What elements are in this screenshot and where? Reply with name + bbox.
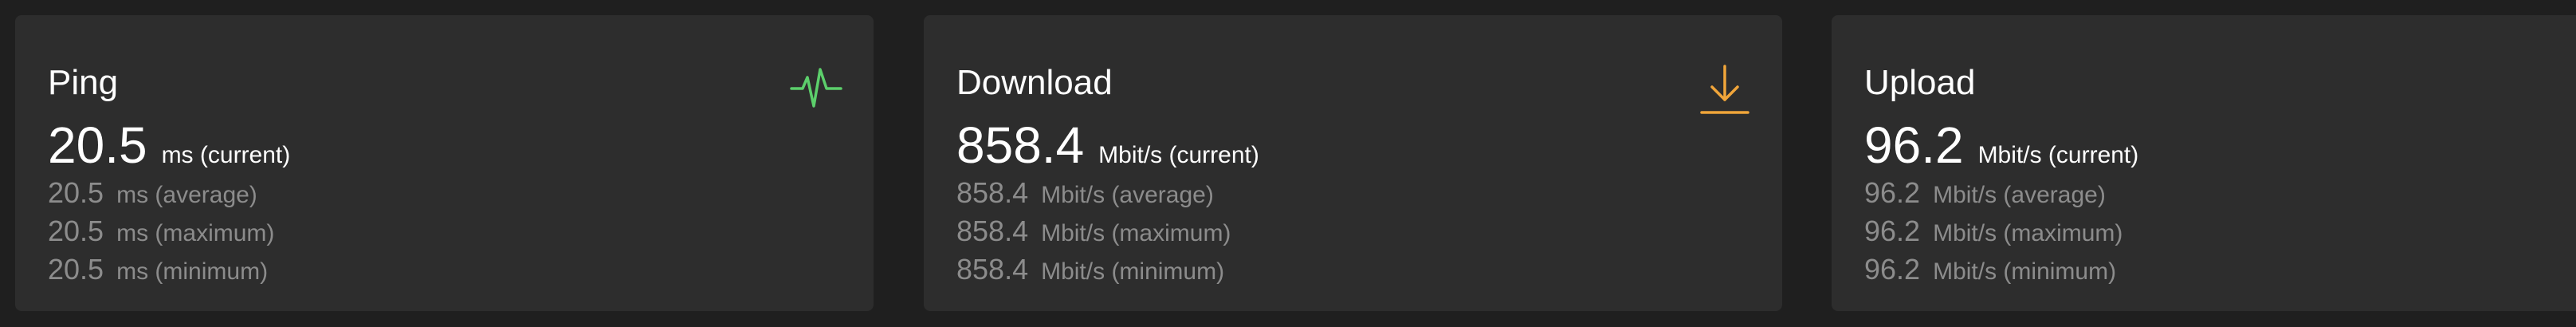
upload-average-row: 96.2 Mbit/s (average): [1864, 176, 2576, 215]
ping-card: Ping 20.5 ms (current) 20.5 ms (average)…: [15, 15, 874, 311]
download-card: Download 858.4 Mbit/s (current) 858.4 Mb…: [924, 15, 1782, 311]
ping-minimum-row: 20.5 ms (minimum): [48, 253, 874, 291]
download-current-row: 858.4 Mbit/s (current): [956, 114, 1782, 176]
upload-minimum-value: 96.2: [1864, 253, 1921, 286]
download-average-value: 858.4: [956, 176, 1029, 209]
download-minimum-row: 858.4 Mbit/s (minimum): [956, 253, 1782, 291]
ping-maximum-row: 20.5 ms (maximum): [48, 215, 874, 253]
ping-title: Ping: [48, 63, 119, 102]
upload-maximum-value: 96.2: [1864, 215, 1921, 247]
download-average-unit: Mbit/s (average): [1041, 182, 1214, 208]
ping-minimum-unit: ms (minimum): [116, 258, 269, 285]
ping-current-value: 20.5: [48, 116, 147, 174]
ping-average-value: 20.5: [48, 176, 104, 209]
upload-current-row: 96.2 Mbit/s (current): [1864, 114, 2576, 176]
upload-title: Upload: [1864, 63, 1976, 102]
ping-average-row: 20.5 ms (average): [48, 176, 874, 215]
ping-minimum-value: 20.5: [48, 253, 104, 286]
upload-maximum-row: 96.2 Mbit/s (maximum): [1864, 215, 2576, 253]
ping-average-unit: ms (average): [116, 182, 257, 208]
upload-current-unit: Mbit/s (current): [1977, 142, 2139, 168]
download-minimum-unit: Mbit/s (minimum): [1041, 258, 1225, 285]
upload-card: Upload 96.2 Mbit/s (current) 96.2 Mbit/s…: [1832, 15, 2576, 311]
download-minimum-value: 858.4: [956, 253, 1029, 286]
download-title: Download: [956, 63, 1113, 102]
activity-icon: [790, 65, 842, 115]
download-maximum-row: 858.4 Mbit/s (maximum): [956, 215, 1782, 253]
upload-minimum-row: 96.2 Mbit/s (minimum): [1864, 253, 2576, 291]
download-current-unit: Mbit/s (current): [1098, 142, 1259, 168]
download-average-row: 858.4 Mbit/s (average): [956, 176, 1782, 215]
upload-maximum-unit: Mbit/s (maximum): [1933, 220, 2123, 246]
upload-current-value: 96.2: [1864, 116, 1964, 174]
download-icon: [1700, 65, 1749, 120]
download-current-value: 858.4: [956, 116, 1085, 174]
download-maximum-unit: Mbit/s (maximum): [1041, 220, 1231, 246]
speedtest-dashboard: Ping 20.5 ms (current) 20.5 ms (average)…: [0, 0, 2576, 327]
ping-current-unit: ms (current): [161, 142, 291, 168]
download-maximum-value: 858.4: [956, 215, 1029, 247]
upload-average-value: 96.2: [1864, 176, 1921, 209]
ping-maximum-unit: ms (maximum): [116, 220, 275, 246]
upload-average-unit: Mbit/s (average): [1933, 182, 2106, 208]
upload-minimum-unit: Mbit/s (minimum): [1933, 258, 2117, 285]
ping-maximum-value: 20.5: [48, 215, 104, 247]
ping-current-row: 20.5 ms (current): [48, 114, 874, 176]
